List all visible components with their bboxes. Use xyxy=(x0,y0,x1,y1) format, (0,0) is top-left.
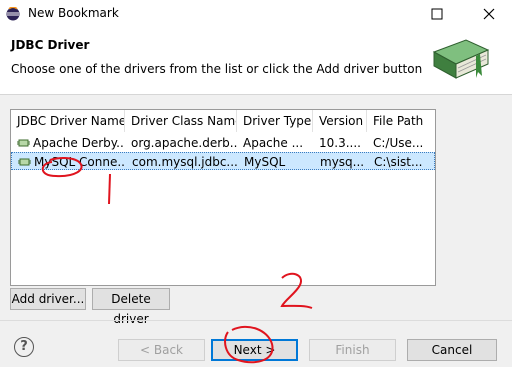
cancel-button[interactable]: Cancel xyxy=(407,339,497,361)
add-driver-button[interactable]: Add driver... xyxy=(10,288,86,310)
eclipse-app-icon xyxy=(6,7,20,21)
driver-class-cell: org.apache.derb... xyxy=(131,136,237,150)
maximize-icon xyxy=(431,8,443,19)
book-icon xyxy=(432,39,490,79)
file-path-cell: C:\sist... xyxy=(374,155,423,169)
close-button[interactable] xyxy=(474,3,504,25)
close-icon xyxy=(483,8,495,19)
column-header-class-name[interactable]: Driver Class Name xyxy=(125,110,237,132)
finish-button[interactable]: Finish xyxy=(309,339,396,361)
title-bar: New Bookmark xyxy=(0,0,512,28)
table-header: JDBC Driver Name Driver Class Name Drive… xyxy=(11,110,435,132)
page-description: Choose one of the drivers from the list … xyxy=(11,62,423,76)
column-header-version[interactable]: Version xyxy=(313,110,367,132)
table-row-selected[interactable]: MySQL Conne... com.mysql.jdbc.... MySQL … xyxy=(11,152,435,170)
driver-name-cell: Apache Derby... xyxy=(11,134,125,152)
driver-table[interactable]: JDBC Driver Name Driver Class Name Drive… xyxy=(10,109,436,286)
driver-type-cell: MySQL xyxy=(244,155,286,169)
column-header-file-path[interactable]: File Path xyxy=(367,110,435,132)
driver-type-cell: Apache ... xyxy=(243,136,304,150)
footer-divider xyxy=(0,320,512,321)
file-path-cell: C:/Use... xyxy=(373,136,424,150)
driver-name-text: MySQL Conne... xyxy=(34,155,126,169)
column-header-driver-type[interactable]: Driver Type xyxy=(237,110,313,132)
wizard-banner: JDBC Driver Choose one of the drivers fr… xyxy=(0,28,512,95)
window-title: New Bookmark xyxy=(28,6,119,20)
version-cell: mysq... xyxy=(320,155,365,169)
help-button[interactable]: ? xyxy=(14,337,34,357)
jdbc-driver-icon xyxy=(17,139,30,146)
back-button[interactable]: < Back xyxy=(118,339,205,361)
maximize-button[interactable] xyxy=(422,3,452,25)
driver-name-cell: MySQL Conne... xyxy=(12,153,126,171)
jdbc-driver-icon xyxy=(18,158,31,165)
page-title: JDBC Driver xyxy=(11,38,90,52)
delete-driver-button[interactable]: Delete driver xyxy=(92,288,170,326)
driver-class-cell: com.mysql.jdbc.... xyxy=(132,155,238,169)
next-button[interactable]: Next > xyxy=(211,339,298,361)
table-row[interactable]: Apache Derby... org.apache.derb... Apach… xyxy=(11,134,435,152)
column-header-driver-name[interactable]: JDBC Driver Name xyxy=(11,110,125,132)
driver-name-text: Apache Derby... xyxy=(33,136,125,150)
version-cell: 10.3.... xyxy=(319,136,361,150)
